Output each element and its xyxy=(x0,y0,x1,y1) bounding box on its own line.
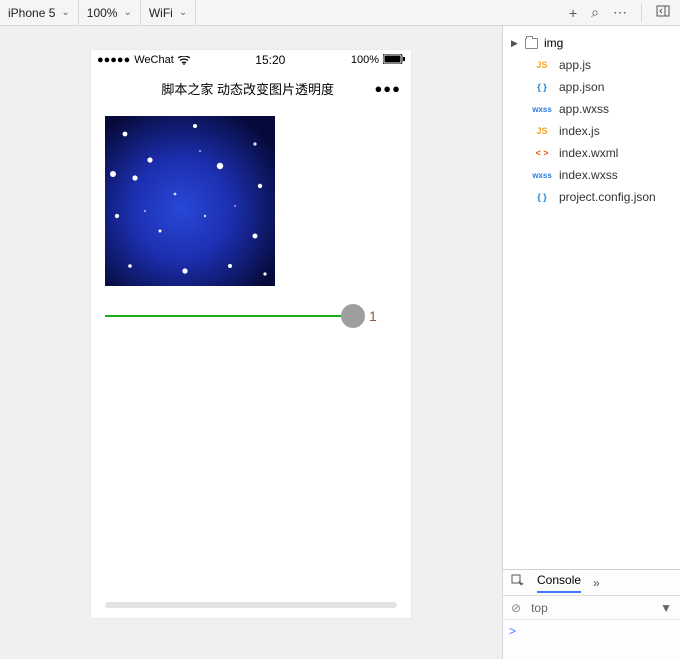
horizontal-scrollbar[interactable] xyxy=(105,602,397,608)
console-panel: Console » ⊘ top ▼ > xyxy=(503,569,680,659)
status-bar: ●●●●● WeChat 15:20 100% xyxy=(91,50,411,70)
carrier-label: WeChat xyxy=(134,54,174,66)
file-type-icon: { } xyxy=(531,82,553,92)
top-toolbar: iPhone 5 ⌄ 100% ⌄ WiFi ⌄ + ⌕ ⋯ xyxy=(0,0,680,26)
file-row[interactable]: { } project.config.json xyxy=(503,186,680,208)
file-name: index.wxss xyxy=(559,168,618,182)
page-title: 脚本之家 动态改变图片透明度 xyxy=(161,79,334,98)
wifi-icon xyxy=(178,56,190,65)
caret-right-icon: ▶ xyxy=(511,38,519,49)
toggle-panel-icon[interactable] xyxy=(656,4,670,21)
file-type-icon: { } xyxy=(531,192,553,202)
slider-value: 1 xyxy=(369,308,377,324)
folder-icon xyxy=(525,38,538,49)
chevron-down-icon: ⌄ xyxy=(61,7,69,18)
file-row[interactable]: < > index.wxml xyxy=(503,142,680,164)
battery-icon xyxy=(383,54,405,67)
device-label: iPhone 5 xyxy=(8,6,55,20)
file-type-icon: JS xyxy=(531,126,553,136)
element-picker-icon[interactable] xyxy=(511,574,525,591)
context-selector[interactable]: top xyxy=(531,601,548,615)
tabs-overflow-icon[interactable]: » xyxy=(593,576,600,590)
tab-console[interactable]: Console xyxy=(537,573,581,593)
slider-thumb[interactable] xyxy=(341,304,365,328)
file-type-icon: JS xyxy=(531,60,553,70)
zoom-label: 100% xyxy=(87,6,118,20)
file-row[interactable]: { } app.json xyxy=(503,76,680,98)
search-icon[interactable]: ⌕ xyxy=(591,4,599,21)
file-name: index.wxml xyxy=(559,146,618,160)
simulator-frame: ●●●●● WeChat 15:20 100% 脚本之家 动态改变图片透明度 xyxy=(91,50,411,618)
nav-menu-icon[interactable]: ●●● xyxy=(374,81,401,96)
battery-label: 100% xyxy=(351,54,379,66)
simulator-area: ●●●●● WeChat 15:20 100% 脚本之家 动态改变图片透明度 xyxy=(0,26,502,659)
nav-bar: 脚本之家 动态改变图片透明度 ●●● xyxy=(91,70,411,106)
file-type-icon: wxss xyxy=(531,105,553,114)
file-name: app.wxss xyxy=(559,102,609,116)
add-icon[interactable]: + xyxy=(569,5,577,21)
file-name: app.json xyxy=(559,80,604,94)
console-prompt[interactable]: > xyxy=(509,624,516,638)
context-dropdown-icon[interactable]: ▼ xyxy=(558,601,672,615)
network-label: WiFi xyxy=(149,6,173,20)
file-name: index.js xyxy=(559,124,600,138)
file-row[interactable]: JS index.js xyxy=(503,120,680,142)
chevron-down-icon: ⌄ xyxy=(179,7,187,18)
demo-image xyxy=(105,116,275,286)
file-type-icon: wxss xyxy=(531,171,553,180)
clear-console-icon[interactable]: ⊘ xyxy=(511,601,521,615)
zoom-selector[interactable]: 100% ⌄ xyxy=(87,6,132,20)
file-name: project.config.json xyxy=(559,190,656,204)
file-row[interactable]: wxss index.wxss xyxy=(503,164,680,186)
more-icon[interactable]: ⋯ xyxy=(613,4,627,21)
network-selector[interactable]: WiFi ⌄ xyxy=(149,6,187,20)
opacity-slider[interactable] xyxy=(105,304,353,328)
file-name: app.js xyxy=(559,58,591,72)
file-explorer: ▶ img JS app.js { } app.json wxss app.wxss JS i… xyxy=(503,26,680,569)
file-row[interactable]: JS app.js xyxy=(503,54,680,76)
folder-label: img xyxy=(544,36,563,50)
file-type-icon: < > xyxy=(531,148,553,158)
signal-dots: ●●●●● xyxy=(97,54,130,66)
file-row[interactable]: wxss app.wxss xyxy=(503,98,680,120)
device-selector[interactable]: iPhone 5 ⌄ xyxy=(8,6,70,20)
folder-row[interactable]: ▶ img xyxy=(503,32,680,54)
chevron-down-icon: ⌄ xyxy=(123,7,131,18)
clock-label: 15:20 xyxy=(190,53,351,67)
